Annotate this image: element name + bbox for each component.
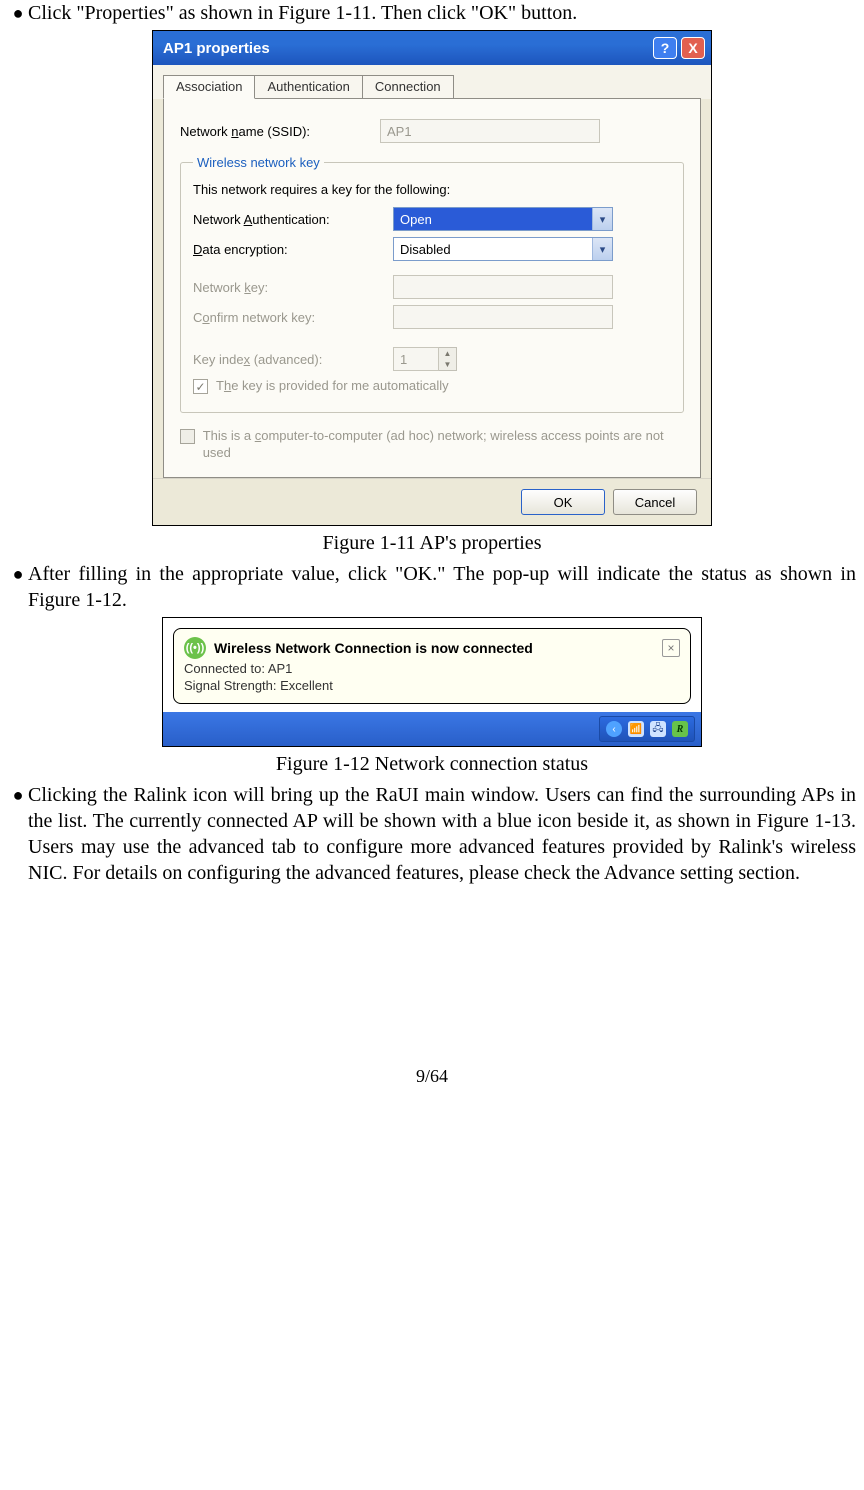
balloon-close-icon[interactable]: ×	[662, 639, 680, 657]
properties-dialog: AP1 properties ? X Association Authentic…	[152, 30, 712, 526]
encryption-select[interactable]: Disabled ▾	[393, 237, 613, 261]
adhoc-checkbox-row: This is a computer-to-computer (ad hoc) …	[180, 427, 684, 461]
help-button[interactable]: ?	[653, 37, 677, 59]
bullet-icon: ●	[8, 0, 28, 26]
tab-association[interactable]: Association	[163, 75, 255, 99]
tray-back-icon[interactable]: ‹	[606, 721, 622, 737]
auto-key-checkbox-row: ✓ The key is provided for me automatical…	[193, 377, 671, 394]
key-index-label: Key index (advanced):	[193, 352, 393, 367]
instruction-text-3: Clicking the Ralink icon will bring up t…	[28, 782, 856, 886]
auth-label: Network Authentication:	[193, 212, 393, 227]
balloon-line-2: Signal Strength: Excellent	[184, 678, 680, 693]
notification-figure: ((•)) Wireless Network Connection is now…	[162, 617, 702, 747]
balloon-title: Wireless Network Connection is now conne…	[214, 640, 533, 656]
confirm-key-input	[393, 305, 613, 329]
ok-button[interactable]: OK	[521, 489, 605, 515]
tray-wifi-icon[interactable]: 📶	[628, 721, 644, 737]
tab-authentication[interactable]: Authentication	[254, 75, 362, 99]
ssid-label: Network name (SSID):	[180, 124, 380, 139]
balloon-tooltip[interactable]: ((•)) Wireless Network Connection is now…	[173, 628, 691, 704]
page-number: 9/64	[8, 1066, 856, 1097]
auto-key-checkbox: ✓	[193, 379, 208, 394]
figure-caption-2: Figure 1-12 Network connection status	[8, 753, 856, 776]
balloon-line-1: Connected to: AP1	[184, 661, 680, 676]
key-index-input: 1	[393, 347, 439, 371]
chevron-down-icon[interactable]: ▾	[592, 238, 612, 260]
tray-ralink-icon[interactable]: R	[672, 721, 688, 737]
group-legend: Wireless network key	[193, 155, 324, 170]
figure-caption-1: Figure 1-11 AP's properties	[8, 532, 856, 555]
network-key-input	[393, 275, 613, 299]
wireless-key-group: Wireless network key This network requir…	[180, 155, 684, 413]
bullet-icon: ●	[8, 561, 28, 587]
taskbar: ‹ 📶 🖧 R	[163, 712, 701, 746]
cancel-button[interactable]: Cancel	[613, 489, 697, 515]
adhoc-checkbox	[180, 429, 195, 444]
auth-select[interactable]: Open ▾	[393, 207, 613, 231]
confirm-key-label: Confirm network key:	[193, 310, 393, 325]
bullet-icon: ●	[8, 782, 28, 808]
close-button[interactable]: X	[681, 37, 705, 59]
ssid-input[interactable]: AP1	[380, 119, 600, 143]
instruction-text-2: After filling in the appropriate value, …	[28, 561, 856, 613]
wireless-icon: ((•))	[184, 637, 206, 659]
key-index-spinner: ▲▼	[439, 347, 457, 371]
system-tray[interactable]: ‹ 📶 🖧 R	[599, 716, 695, 742]
network-key-label: Network key:	[193, 280, 393, 295]
group-description: This network requires a key for the foll…	[193, 182, 671, 197]
chevron-down-icon[interactable]: ▾	[592, 208, 612, 230]
encryption-label: Data encryption:	[193, 242, 393, 257]
dialog-title: AP1 properties	[163, 40, 649, 57]
tray-network-icon[interactable]: 🖧	[650, 721, 666, 737]
dialog-titlebar[interactable]: AP1 properties ? X	[153, 31, 711, 65]
instruction-text-1: Click "Properties" as shown in Figure 1-…	[28, 0, 856, 26]
tab-connection[interactable]: Connection	[362, 75, 454, 99]
